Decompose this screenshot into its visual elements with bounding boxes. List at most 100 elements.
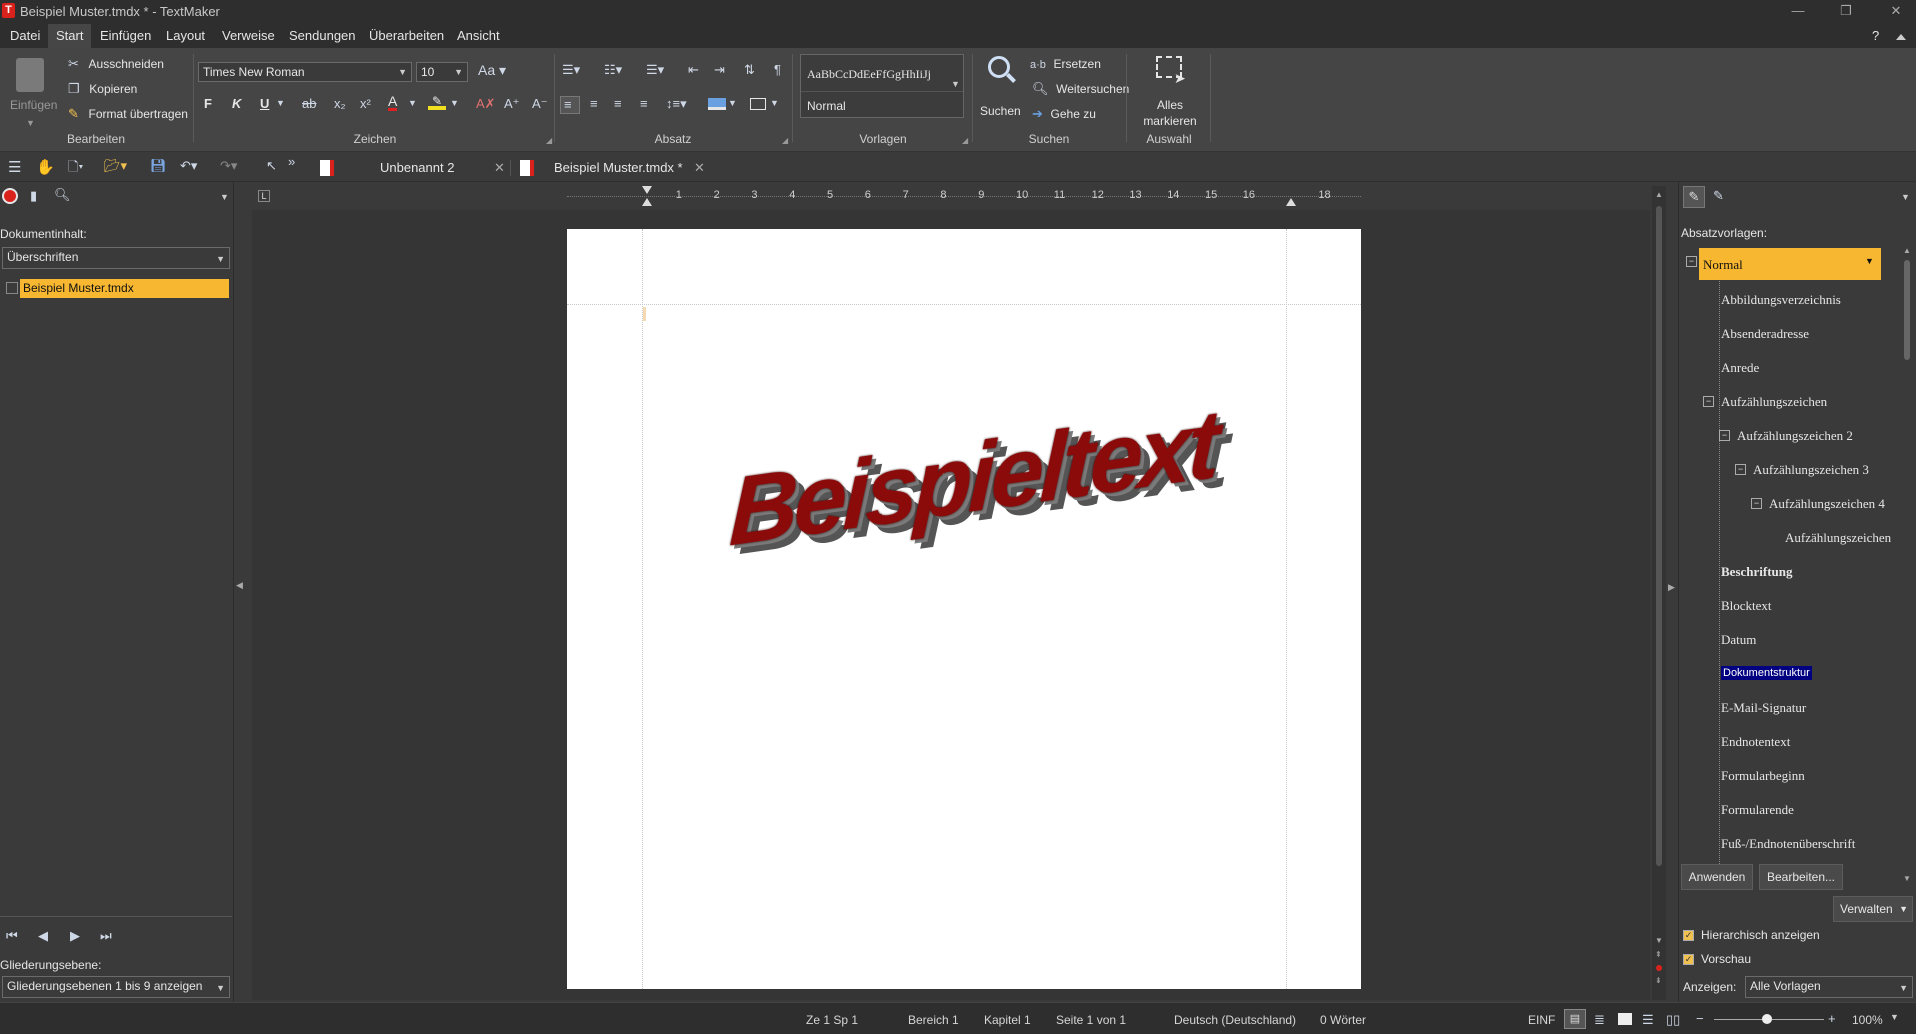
zoom-dropdown-icon[interactable]: ▼ xyxy=(1890,1012,1899,1022)
menu-ansicht[interactable]: Ansicht xyxy=(457,28,500,43)
pointer-icon[interactable]: ↖ xyxy=(266,158,277,174)
help-icon[interactable]: ? xyxy=(1872,28,1879,43)
style-item-formularbeginn[interactable]: Formularbeginn xyxy=(1721,768,1805,784)
view-page-icon[interactable] xyxy=(1618,1013,1632,1025)
highlight-icon[interactable]: ✎ xyxy=(428,94,446,110)
open-folder-icon[interactable]: 📂︎▾ xyxy=(104,158,127,174)
style-item-dokumentstruktur[interactable]: Dokumentstruktur xyxy=(1721,666,1812,680)
close-icon[interactable]: ✕ xyxy=(1886,2,1906,20)
subscript-icon[interactable]: x₂ xyxy=(334,96,346,111)
style-item-endnotentext[interactable]: Endnotentext xyxy=(1721,734,1790,750)
apply-button[interactable]: Anwenden xyxy=(1681,864,1753,890)
tree-item-document[interactable]: Beispiel Muster.tmdx xyxy=(20,279,229,298)
chevron-down-icon[interactable]: ▼ xyxy=(951,79,960,89)
shading-icon[interactable] xyxy=(708,98,726,110)
close-tab-icon[interactable]: ✕ xyxy=(694,156,705,180)
decrease-indent-icon[interactable]: ⇤ xyxy=(688,62,699,78)
bullet-list-icon[interactable]: ☰▾ xyxy=(562,62,580,78)
style-item-aufzaehlungszeichen-2[interactable]: Aufzählungszeichen 2 xyxy=(1737,428,1853,444)
dialog-launcher-icon[interactable]: ◢ xyxy=(962,136,968,145)
shrink-font-icon[interactable]: A⁻ xyxy=(532,96,548,112)
dialog-launcher-icon[interactable]: ◢ xyxy=(782,136,788,145)
align-right-icon[interactable]: ≡ xyxy=(614,96,622,111)
collapse-left-icon[interactable]: ◀ xyxy=(236,580,243,591)
style-item-fussnotenueberschrift[interactable]: Fuß-/Endnotenüberschrift xyxy=(1721,836,1855,852)
last-page-icon[interactable]: ⏭ xyxy=(100,928,112,944)
search-icon[interactable]: 🔍︎ xyxy=(54,187,71,203)
numbered-list-icon[interactable]: ☷▾ xyxy=(604,62,622,78)
style-item-abbildungsverzeichnis[interactable]: Abbildungsverzeichnis xyxy=(1721,292,1841,308)
scrollbar-thumb[interactable] xyxy=(1656,206,1662,866)
tree-collapse-icon[interactable]: − xyxy=(1719,430,1730,441)
menu-layout[interactable]: Layout xyxy=(166,28,205,43)
new-document-icon[interactable]: 🗋▾ xyxy=(68,158,83,180)
hierarchical-checkbox[interactable]: ✓ xyxy=(1683,930,1694,941)
next-icon[interactable]: ▶ xyxy=(70,928,80,944)
font-color-dropdown-icon[interactable]: ▼ xyxy=(408,98,417,108)
character-styles-icon[interactable]: ✎ xyxy=(1713,188,1724,204)
tree-collapse-icon[interactable]: − xyxy=(1735,464,1746,475)
collapse-ribbon-icon[interactable] xyxy=(1896,34,1906,40)
paste-button[interactable]: Einfügen ▼ xyxy=(10,54,57,136)
font-name-combo[interactable]: Times New Roman ▼ xyxy=(198,62,412,82)
dialog-launcher-icon[interactable]: ◢ xyxy=(546,136,552,145)
menu-verweise[interactable]: Verweise xyxy=(222,28,275,43)
preview-checkbox[interactable]: ✓ xyxy=(1683,954,1694,965)
style-item-absenderadresse[interactable]: Absenderadresse xyxy=(1721,326,1809,342)
style-item-email-signatur[interactable]: E-Mail-Signatur xyxy=(1721,700,1806,716)
status-language[interactable]: Deutsch (Deutschland) xyxy=(1174,1013,1296,1027)
style-item-aufzaehlungszeichen[interactable]: Aufzählungszeichen xyxy=(1721,394,1827,410)
show-select[interactable]: Alle Vorlagen ▼ xyxy=(1745,976,1913,998)
style-item-formularende[interactable]: Formularende xyxy=(1721,802,1794,818)
align-left-button[interactable]: ≡ xyxy=(560,96,580,114)
hamburger-menu-icon[interactable]: ☰ xyxy=(8,158,21,176)
first-page-icon[interactable]: ⏮ xyxy=(6,928,18,944)
minimize-icon[interactable]: — xyxy=(1788,2,1808,20)
close-tab-icon[interactable]: ✕ xyxy=(494,156,505,180)
style-item-normal[interactable]: Normal ▼ xyxy=(1699,248,1881,280)
copy-button[interactable]: ❐ Kopieren xyxy=(68,81,137,97)
manage-button[interactable]: Verwalten ▼ xyxy=(1833,896,1913,922)
format-painter-button[interactable]: ✎ Format übertragen xyxy=(68,106,188,122)
hand-tool-icon[interactable]: ✋ xyxy=(36,158,55,176)
menu-sendungen[interactable]: Sendungen xyxy=(289,28,356,43)
bold-button[interactable]: F xyxy=(204,96,212,111)
vertical-scrollbar[interactable]: ▲ ▼ ⇞ ⇟ xyxy=(1652,186,1666,1000)
style-item-aufzaehlungszeichen-4[interactable]: Aufzählungszeichen 4 xyxy=(1769,496,1885,512)
superscript-icon[interactable]: x² xyxy=(360,96,371,111)
menu-datei[interactable]: Datei xyxy=(10,28,40,43)
scroll-up-icon[interactable]: ▲ xyxy=(1903,246,1911,255)
next-page-icon[interactable]: ⇟ xyxy=(1655,976,1662,985)
select-all-button[interactable]: ➤ Alles markieren xyxy=(1134,54,1206,130)
align-center-icon[interactable]: ≡ xyxy=(590,96,598,111)
save-icon[interactable]: 💾︎ xyxy=(150,158,167,174)
status-zoom[interactable]: 100% xyxy=(1852,1013,1883,1027)
redo-icon[interactable]: ↷▾ xyxy=(220,158,237,174)
view-normal-icon[interactable]: ▤ xyxy=(1564,1009,1586,1029)
browse-object-icon[interactable] xyxy=(1656,965,1662,971)
restore-icon[interactable]: ❐ xyxy=(1836,2,1856,20)
font-size-combo[interactable]: 10 ▼ xyxy=(416,62,468,82)
grow-font-icon[interactable]: A⁺ xyxy=(504,96,520,112)
multilevel-list-icon[interactable]: ☰▾ xyxy=(646,62,664,78)
paste-dropdown-icon[interactable]: ▼ xyxy=(26,118,35,128)
replace-button[interactable]: a·b Ersetzen xyxy=(1030,56,1101,71)
scroll-down-icon[interactable]: ▼ xyxy=(1903,874,1911,883)
more-icon[interactable]: » xyxy=(288,154,295,169)
find-next-button[interactable]: 🔍︎ Weitersuchen xyxy=(1032,81,1129,97)
prev-page-icon[interactable]: ⇞ xyxy=(1655,950,1662,959)
document-page[interactable]: Beispieltext Beispieltext Beispieltext xyxy=(567,229,1361,989)
cut-button[interactable]: ✂ Ausschneiden xyxy=(68,56,164,72)
pilcrow-icon[interactable]: ¶ xyxy=(774,62,781,77)
zoom-out-icon[interactable]: − xyxy=(1696,1011,1704,1026)
increase-indent-icon[interactable]: ⇥ xyxy=(714,62,725,78)
italic-button[interactable]: K xyxy=(232,96,241,111)
style-item-aufzaehlungszeichen-3[interactable]: Aufzählungszeichen 3 xyxy=(1753,462,1869,478)
outline-icon[interactable]: ▮ xyxy=(30,188,37,204)
view-book-icon[interactable]: ▯▯ xyxy=(1666,1012,1680,1028)
scroll-down-icon[interactable]: ▼ xyxy=(1655,936,1663,945)
tab-beispiel-muster[interactable]: Beispiel Muster.tmdx * ✕ xyxy=(520,156,710,180)
tree-checkbox[interactable] xyxy=(6,282,18,294)
zoom-thumb[interactable] xyxy=(1762,1014,1772,1024)
outline-level-select[interactable]: Gliederungsebenen 1 bis 9 anzeigen ▼ xyxy=(2,976,230,998)
